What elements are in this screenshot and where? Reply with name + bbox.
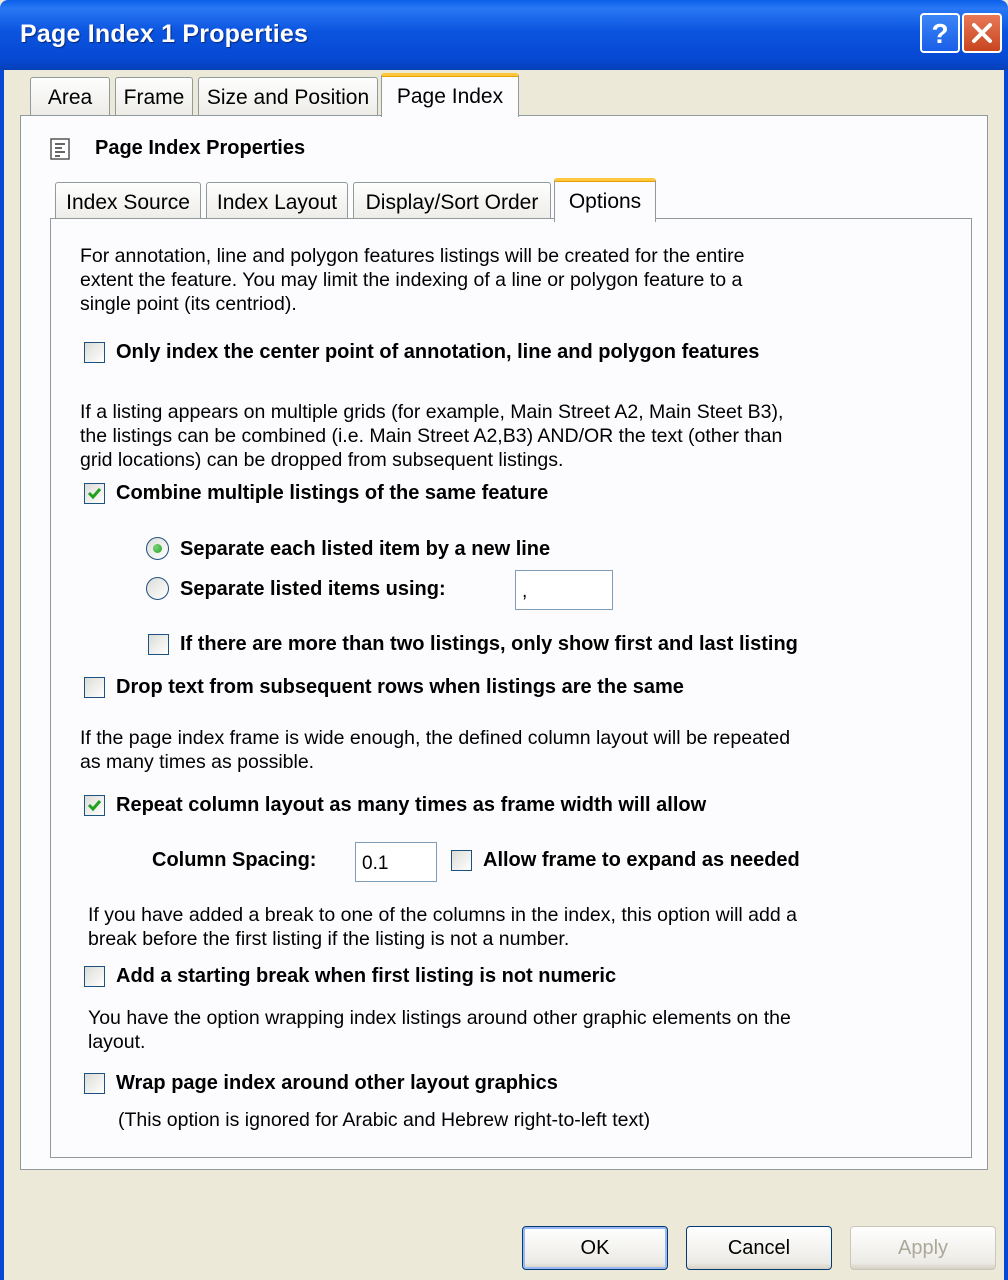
repeat-label[interactable]: Repeat column layout as many times as fr… <box>116 793 706 817</box>
radio-using-label[interactable]: Separate listed items using: <box>180 577 446 601</box>
tab-area[interactable]: Area <box>30 77 110 117</box>
first-last-checkbox[interactable] <box>148 634 169 655</box>
subtab-index-layout[interactable]: Index Layout <box>206 182 348 222</box>
apply-button[interactable]: Apply <box>850 1226 996 1270</box>
drop-text-label[interactable]: Drop text from subsequent rows when list… <box>116 675 684 699</box>
center-point-label[interactable]: Only index the center point of annotatio… <box>116 340 759 364</box>
combine-checkbox[interactable] <box>84 483 105 504</box>
wrap-label[interactable]: Wrap page index around other layout grap… <box>116 1071 558 1095</box>
tab-frame[interactable]: Frame <box>115 77 193 117</box>
radio-new-line[interactable] <box>146 537 169 560</box>
page-index-icon <box>50 138 70 160</box>
expand-checkbox[interactable] <box>451 850 472 871</box>
subtab-display-sort-order[interactable]: Display/Sort Order <box>353 182 551 222</box>
starting-break-checkbox[interactable] <box>84 966 105 987</box>
starting-break-label[interactable]: Add a starting break when first listing … <box>116 964 616 988</box>
svg-text:?: ? <box>931 18 948 48</box>
checkmark-icon <box>87 488 102 500</box>
radio-using-separator[interactable] <box>146 577 169 600</box>
window-title: Page Index 1 Properties <box>20 20 309 48</box>
combine-label[interactable]: Combine multiple listings of the same fe… <box>116 481 548 505</box>
intro-line-1: For annotation, line and polygon feature… <box>80 245 745 267</box>
cancel-button[interactable]: Cancel <box>686 1226 832 1270</box>
break-desc-line-2: break before the first listing if the li… <box>88 928 570 950</box>
wrap-desc-line-1: You have the option wrapping index listi… <box>88 1007 791 1029</box>
combine-desc-line-1: If a listing appears on multiple grids (… <box>80 401 784 423</box>
combine-desc-line-3: grid locations) can be dropped from subs… <box>80 449 564 471</box>
wrap-checkbox[interactable] <box>84 1073 105 1094</box>
title-bar[interactable]: Page Index 1 Properties ? <box>0 0 1008 70</box>
ok-button[interactable]: OK <box>522 1226 668 1270</box>
subtab-options[interactable]: Options <box>554 178 656 222</box>
question-mark-icon: ? <box>931 18 948 48</box>
drop-text-checkbox[interactable] <box>84 677 105 698</box>
combine-desc-line-2: the listings can be combined (i.e. Main … <box>80 425 783 447</box>
column-spacing-input[interactable]: 0.1 <box>355 842 437 882</box>
intro-line-2: extent the feature. You may limit the in… <box>80 269 743 291</box>
checkmark-icon <box>87 800 102 812</box>
break-desc-line-1: If you have added a break to one of the … <box>88 904 797 926</box>
radio-selected-dot-icon <box>153 544 162 553</box>
separator-input[interactable]: , <box>515 570 613 610</box>
center-point-checkbox[interactable] <box>84 342 105 363</box>
column-spacing-label: Column Spacing: <box>152 849 317 871</box>
subtab-index-source[interactable]: Index Source <box>55 182 201 222</box>
wrap-desc-line-2: layout. <box>88 1031 146 1053</box>
group-title: Page Index Properties <box>95 137 306 159</box>
repeat-checkbox[interactable] <box>84 795 105 816</box>
wrap-note: (This option is ignored for Arabic and H… <box>118 1109 651 1131</box>
radio-new-line-label[interactable]: Separate each listed item by a new line <box>180 537 550 561</box>
expand-label[interactable]: Allow frame to expand as needed <box>483 848 800 872</box>
window-border-right <box>1004 70 1008 1280</box>
close-icon <box>972 23 992 43</box>
window-border-left <box>0 70 4 1280</box>
repeat-desc-line-1: If the page index frame is wide enough, … <box>80 727 791 749</box>
tab-page-index[interactable]: Page Index <box>381 73 519 117</box>
intro-line-3: single point (its centriod). <box>80 293 297 315</box>
help-button[interactable]: ? <box>920 13 960 53</box>
close-button[interactable] <box>962 13 1002 53</box>
repeat-desc-line-2: as many times as possible. <box>80 751 315 773</box>
first-last-label[interactable]: If there are more than two listings, onl… <box>180 632 798 656</box>
tab-size-and-position[interactable]: Size and Position <box>198 77 378 117</box>
